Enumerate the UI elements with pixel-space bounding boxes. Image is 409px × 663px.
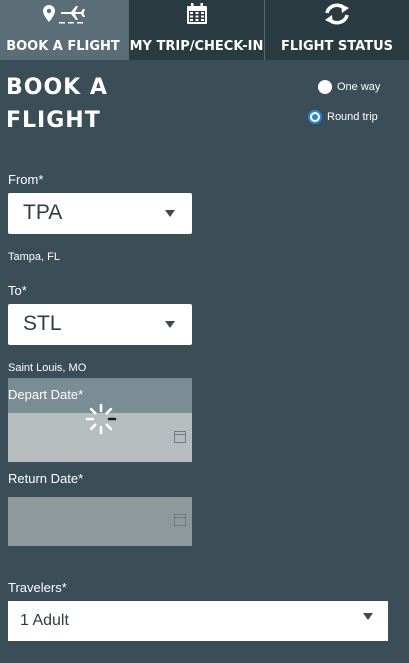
location-plane-icon <box>41 2 87 26</box>
tab-label: BOOK A FLIGHT <box>6 39 120 54</box>
one-way-label: One way <box>337 81 381 93</box>
one-way-radio[interactable] <box>318 80 332 94</box>
top-tab-bar: BOOK A FLIGHT MY TRIP/CHECK-IN FLIGHT ST… <box>0 0 409 60</box>
from-value: TPA <box>23 201 63 224</box>
tab-label: FLIGHT STATUS <box>280 39 393 54</box>
tab-book-a-flight[interactable]: BOOK A FLIGHT <box>0 0 128 60</box>
chevron-down-icon <box>165 210 175 217</box>
return-date-label: Return Date* <box>8 471 84 486</box>
loading-spinner-icon <box>85 403 117 435</box>
chevron-down-icon <box>165 321 175 328</box>
from-label: From* <box>8 172 44 187</box>
travelers-label: Travelers* <box>8 580 67 595</box>
one-way-option[interactable]: One way <box>318 80 380 94</box>
calendar-icon <box>186 2 208 26</box>
calendar-icon[interactable] <box>174 431 186 443</box>
depart-date-label: Depart Date* <box>8 387 84 402</box>
return-date-input[interactable] <box>8 497 192 546</box>
from-city: Tampa, FL <box>8 251 60 263</box>
round-trip-label: Round trip <box>327 111 378 123</box>
round-trip-radio[interactable] <box>308 110 322 124</box>
to-city: Saint Louis, MO <box>8 362 87 374</box>
to-value: STL <box>23 312 62 335</box>
to-select[interactable]: STL <box>8 304 192 345</box>
tab-label: MY TRIP/CHECK-IN <box>129 39 264 54</box>
calendar-icon[interactable] <box>174 514 186 526</box>
to-label: To* <box>8 283 27 298</box>
tab-my-trip-check-in[interactable]: MY TRIP/CHECK-IN <box>128 0 264 60</box>
round-trip-option[interactable]: Round trip <box>308 110 378 124</box>
depart-date-container: Depart Date* <box>8 378 192 462</box>
chevron-down-icon <box>363 613 373 620</box>
page-title: BOOK A FLIGHT <box>6 75 108 133</box>
travelers-select[interactable]: 1 Adult <box>8 601 388 641</box>
from-select[interactable]: TPA <box>8 193 192 234</box>
refresh-icon <box>322 2 352 26</box>
travelers-value: 1 Adult <box>20 612 69 629</box>
tab-flight-status[interactable]: FLIGHT STATUS <box>264 0 409 60</box>
